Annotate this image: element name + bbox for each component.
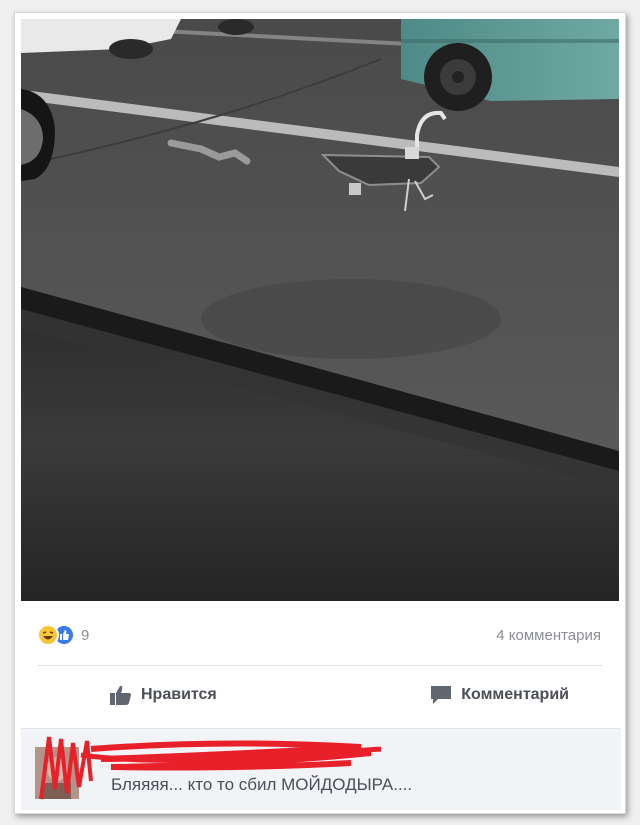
avatar[interactable] — [35, 747, 79, 799]
haha-icon — [37, 624, 59, 646]
redaction-scribble — [39, 736, 382, 800]
comment-bubble-icon — [431, 686, 452, 704]
divider — [37, 665, 603, 666]
comment-text: Бляяяя... кто то сбил МОЙДОДЫРА.... — [111, 775, 413, 794]
reactions-summary[interactable]: 9 — [37, 624, 89, 646]
post-actions: Нравится Комментарий — [37, 675, 603, 715]
reactions-count: 9 — [81, 626, 90, 644]
post-card: 9 4 комментария Нравится Комментарий Бля… — [14, 12, 626, 814]
photo-image — [21, 19, 619, 601]
comment-item: Бляяяя... кто то сбил МОЙДОДЫРА.... — [21, 728, 621, 810]
comments-count-link[interactable]: 4 комментария — [496, 627, 601, 644]
post-stats: 9 4 комментария — [37, 617, 601, 653]
comment-button-label: Комментарий — [461, 686, 569, 703]
post-photo[interactable] — [21, 19, 619, 601]
like-button-label: Нравится — [141, 686, 217, 703]
comment-button[interactable]: Комментарий — [429, 684, 569, 706]
like-button[interactable]: Нравится — [109, 684, 217, 706]
thumbs-up-icon — [110, 685, 131, 705]
